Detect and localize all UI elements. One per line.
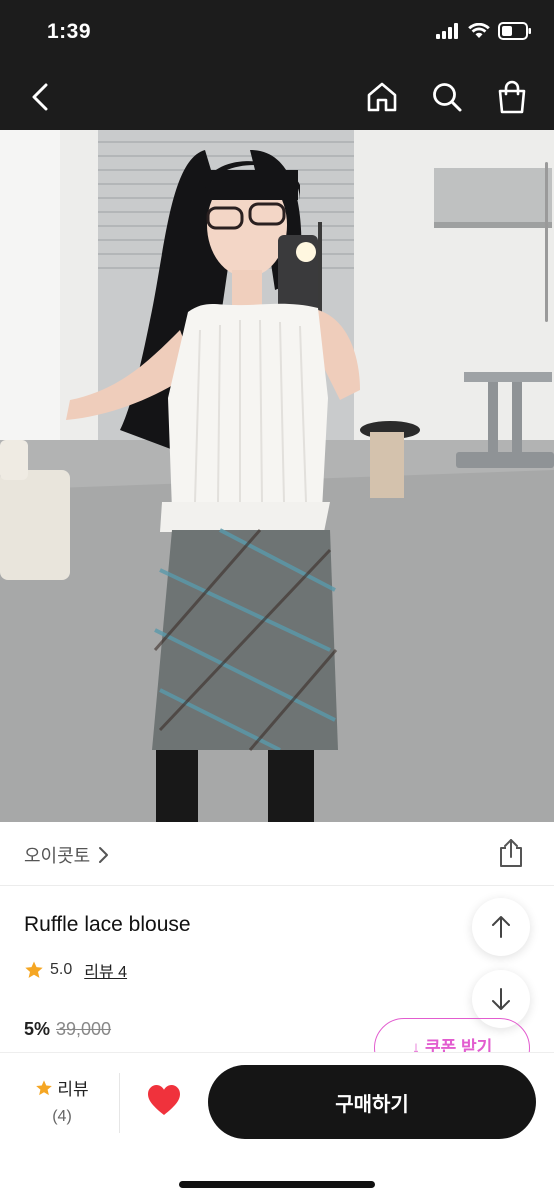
home-icon (367, 82, 397, 112)
review-link[interactable]: 리뷰 4 (84, 958, 127, 982)
wifi-icon (468, 23, 490, 38)
divider (119, 1073, 120, 1133)
discount-rate: 5% (24, 1019, 51, 1039)
arrow-up-icon (492, 916, 510, 938)
review-tab-label: 리뷰 (57, 1080, 89, 1099)
original-price: 39,000 (56, 1019, 112, 1039)
back-button[interactable] (22, 78, 60, 116)
star-icon (36, 1079, 53, 1095)
status-bar: 1:39 (0, 0, 554, 64)
nav-bar (0, 64, 554, 130)
shopping-bag-icon (498, 80, 526, 114)
heart-icon[interactable] (146, 1083, 182, 1119)
review-count: (4) (52, 1108, 72, 1125)
status-icons (436, 22, 532, 40)
brand-row: 오이콧토 (0, 822, 554, 886)
status-time: 1:39 (47, 20, 92, 43)
rating-row: 5.0 리뷰 4 (24, 958, 127, 982)
buy-button[interactable]: 구매하기 (208, 1065, 536, 1139)
share-icon[interactable] (496, 838, 526, 868)
product-title: Ruffle lace blouse (24, 913, 191, 936)
brand-name: 오이콧토 (24, 846, 91, 866)
image-scroll-indicator (545, 162, 548, 322)
rating-value: 5.0 (50, 961, 73, 978)
scroll-top-button[interactable] (472, 898, 530, 956)
brand-link[interactable]: 오이콧토 (24, 842, 110, 868)
home-button[interactable] (363, 78, 401, 116)
star-icon (25, 961, 43, 978)
chevron-left-icon (32, 83, 48, 111)
chevron-right-icon (99, 847, 109, 863)
home-indicator (179, 1181, 375, 1188)
search-icon (433, 83, 462, 112)
arrow-down-icon (492, 988, 510, 1010)
review-tab-label-row: 리뷰 (30, 1075, 94, 1100)
cart-button[interactable] (493, 78, 531, 116)
product-photo[interactable] (0, 130, 554, 822)
battery-icon (498, 22, 531, 40)
signal-icon (436, 23, 458, 39)
price-row: 5% 39,000 (24, 1019, 111, 1040)
review-tab[interactable]: 리뷰 (4) (30, 1075, 94, 1126)
bottom-action-bar: 리뷰 (4) 구매하기 (0, 1052, 554, 1201)
search-button[interactable] (428, 78, 466, 116)
